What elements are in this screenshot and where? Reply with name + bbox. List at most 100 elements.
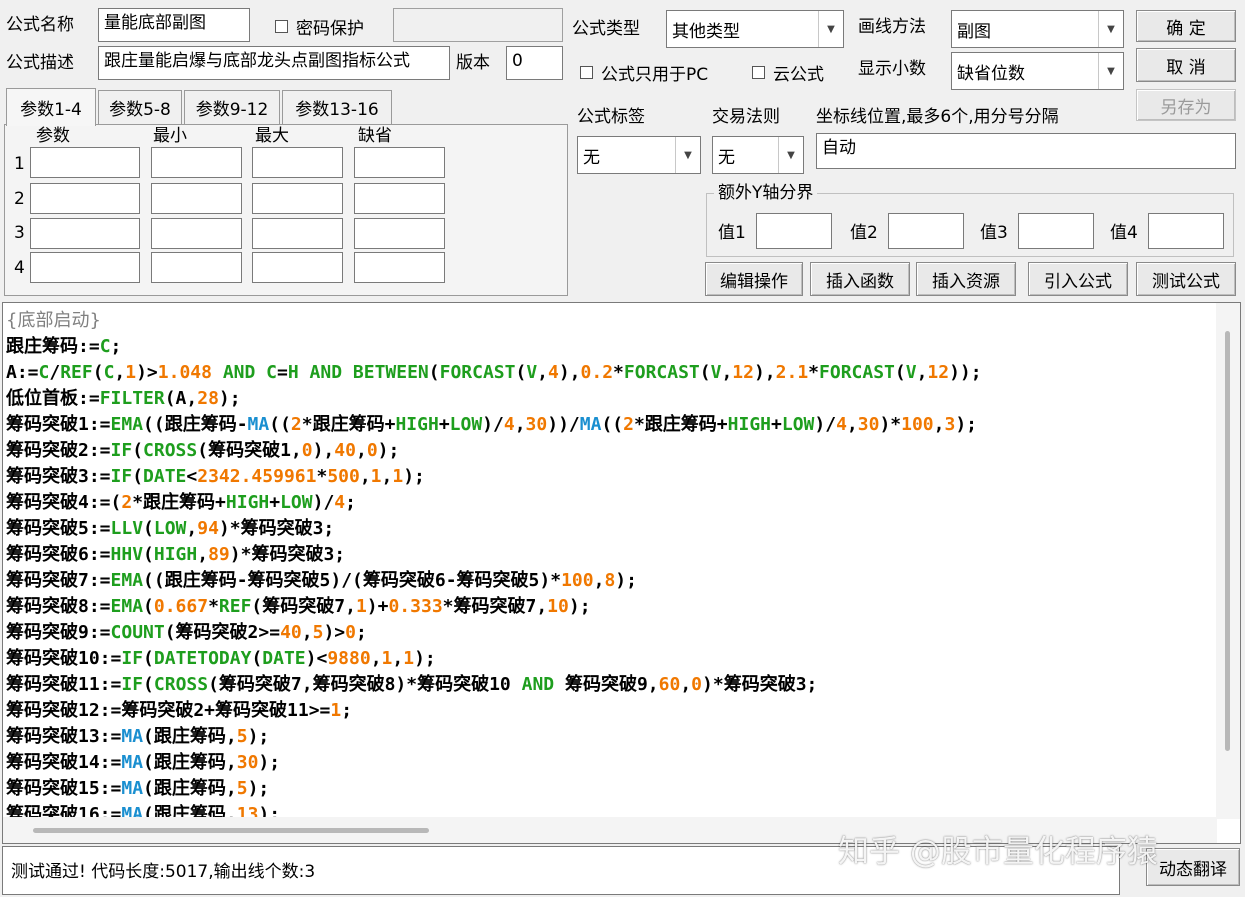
- code-token: *跟庄筹码+: [633, 414, 728, 435]
- edit-operation-button[interactable]: 编辑操作: [705, 262, 803, 296]
- chevron-down-icon[interactable]: ▼: [818, 11, 843, 47]
- code-token: IF: [110, 466, 133, 487]
- tab-params-13-16[interactable]: 参数13-16: [282, 90, 392, 124]
- code-line: 筹码突破10:=IF(DATETODAY(DATE)<9880,1,1);: [6, 648, 436, 669]
- draw-method-select[interactable]: 副图 ▼: [951, 10, 1124, 48]
- decimals-value: 缺省位数: [957, 63, 1025, 84]
- save-as-button[interactable]: 另存为: [1136, 89, 1236, 121]
- tab-params-5-8[interactable]: 参数5-8: [98, 90, 182, 124]
- param-min-input[interactable]: [151, 183, 242, 214]
- code-token: );: [247, 726, 270, 747]
- code-token: AND: [222, 362, 256, 383]
- chevron-down-icon[interactable]: ▼: [1098, 53, 1123, 89]
- param-default-input[interactable]: [354, 252, 445, 283]
- dynamic-translate-button[interactable]: 动态翻译: [1146, 848, 1240, 886]
- code-token: *跟庄筹码+: [301, 414, 396, 435]
- code-token: )+: [366, 596, 389, 617]
- code-token: );: [403, 466, 425, 487]
- code-line: 筹码突破15:=MA(跟庄筹码,5);: [6, 778, 269, 799]
- formula-type-value: 其他类型: [672, 21, 740, 42]
- code-token: MA: [121, 778, 144, 799]
- scroll-thumb[interactable]: [33, 828, 429, 833]
- insert-resource-button[interactable]: 插入资源: [916, 262, 1016, 296]
- code-line: 筹码突破4:=(2*跟庄筹码+HIGH+LOW)/4;: [6, 492, 356, 513]
- chevron-down-icon[interactable]: ▼: [675, 137, 700, 173]
- password-input[interactable]: [393, 8, 563, 42]
- code-token: )/: [814, 414, 837, 435]
- formula-desc-input[interactable]: 跟庄量能启爆与底部龙头点副图指标公式: [98, 46, 450, 80]
- param-default-input[interactable]: [354, 183, 445, 214]
- param-min-input[interactable]: [151, 252, 242, 283]
- code-line: 筹码突破13:=MA(跟庄筹码,5);: [6, 726, 269, 747]
- pc-only-checkbox[interactable]: 公式只用于PC: [580, 60, 708, 85]
- param-name-input[interactable]: [30, 147, 140, 178]
- param-default-input[interactable]: [354, 147, 445, 178]
- code-token: (: [699, 362, 711, 383]
- version-input[interactable]: 0: [506, 46, 563, 80]
- param-row-num: 4: [14, 258, 25, 278]
- value3-input[interactable]: [1018, 213, 1094, 249]
- formula-name-input[interactable]: 量能底部副图: [98, 8, 250, 42]
- code-token: 500: [327, 466, 360, 487]
- code-token: *: [208, 596, 219, 617]
- code-token: 0.667: [153, 596, 209, 617]
- code-token: AND: [309, 362, 343, 383]
- insert-function-button[interactable]: 插入函数: [810, 262, 910, 296]
- extra-y-axis-title: 额外Y轴分界: [714, 182, 818, 204]
- code-line: 低位首板:=FILTER(A,28);: [6, 388, 241, 409]
- param-max-input[interactable]: [252, 183, 343, 214]
- param-max-input[interactable]: [252, 147, 343, 178]
- code-token: ,: [197, 544, 209, 565]
- import-formula-button[interactable]: 引入公式: [1028, 262, 1128, 296]
- chevron-down-icon[interactable]: ▼: [778, 137, 803, 173]
- checkbox-box[interactable]: [275, 20, 288, 33]
- param-name-input[interactable]: [30, 183, 140, 214]
- trade-rule-select[interactable]: 无 ▼: [712, 136, 804, 174]
- param-max-input[interactable]: [252, 218, 343, 249]
- code-token: ;: [355, 622, 367, 643]
- code-token: 筹码突破9:=: [6, 622, 111, 643]
- password-checkbox[interactable]: 密码保护: [275, 14, 364, 39]
- tab-params-1-4[interactable]: 参数1-4: [6, 88, 96, 126]
- code-editor[interactable]: {底部启动} 跟庄筹码:=C; A:=C/REF(C,1)>1.048 AND …: [2, 302, 1241, 844]
- code-token: 28: [197, 388, 219, 409]
- chevron-down-icon[interactable]: ▼: [1098, 11, 1123, 47]
- ok-button[interactable]: 确 定: [1136, 10, 1236, 42]
- code-token: C: [103, 362, 115, 383]
- axis-position-input[interactable]: 自动: [816, 133, 1236, 169]
- decimals-select[interactable]: 缺省位数 ▼: [951, 52, 1124, 90]
- code-text[interactable]: {底部启动} 跟庄筹码:=C; A:=C/REF(C,1)>1.048 AND …: [6, 308, 982, 828]
- code-token: IF: [121, 674, 144, 695]
- code-token: 1.048: [157, 362, 212, 383]
- formula-tag-select[interactable]: 无 ▼: [577, 136, 701, 174]
- code-token: (: [132, 466, 144, 487]
- param-name-input[interactable]: [30, 218, 140, 249]
- param-name-input[interactable]: [30, 252, 140, 283]
- cancel-button[interactable]: 取 消: [1136, 48, 1236, 82]
- value4-input[interactable]: [1148, 213, 1224, 249]
- cloud-formula-checkbox[interactable]: 云公式: [752, 60, 824, 85]
- formula-type-select[interactable]: 其他类型 ▼: [666, 10, 844, 48]
- code-token: );: [414, 648, 436, 669]
- code-token: 筹码突破3:=: [6, 466, 111, 487]
- value1-input[interactable]: [756, 213, 832, 249]
- vertical-scrollbar[interactable]: [1216, 303, 1240, 819]
- test-formula-button[interactable]: 测试公式: [1136, 262, 1236, 296]
- checkbox-box[interactable]: [752, 66, 765, 79]
- checkbox-box[interactable]: [580, 66, 593, 79]
- code-token: ;: [110, 336, 122, 357]
- tab-params-9-12[interactable]: 参数9-12: [184, 90, 280, 124]
- param-min-input[interactable]: [151, 218, 242, 249]
- param-default-input[interactable]: [354, 218, 445, 249]
- code-token: ,: [916, 362, 928, 383]
- value2-input[interactable]: [888, 213, 964, 249]
- code-token: (跟庄筹码,: [143, 752, 237, 773]
- code-token: DATE: [262, 648, 306, 669]
- scroll-thumb[interactable]: [1225, 331, 1230, 751]
- code-token: 筹码突破5:=: [6, 518, 111, 539]
- code-token: C: [266, 362, 278, 383]
- code-token: 30: [857, 414, 880, 435]
- password-label: 密码保护: [296, 19, 364, 39]
- param-min-input[interactable]: [151, 147, 242, 178]
- param-max-input[interactable]: [252, 252, 343, 283]
